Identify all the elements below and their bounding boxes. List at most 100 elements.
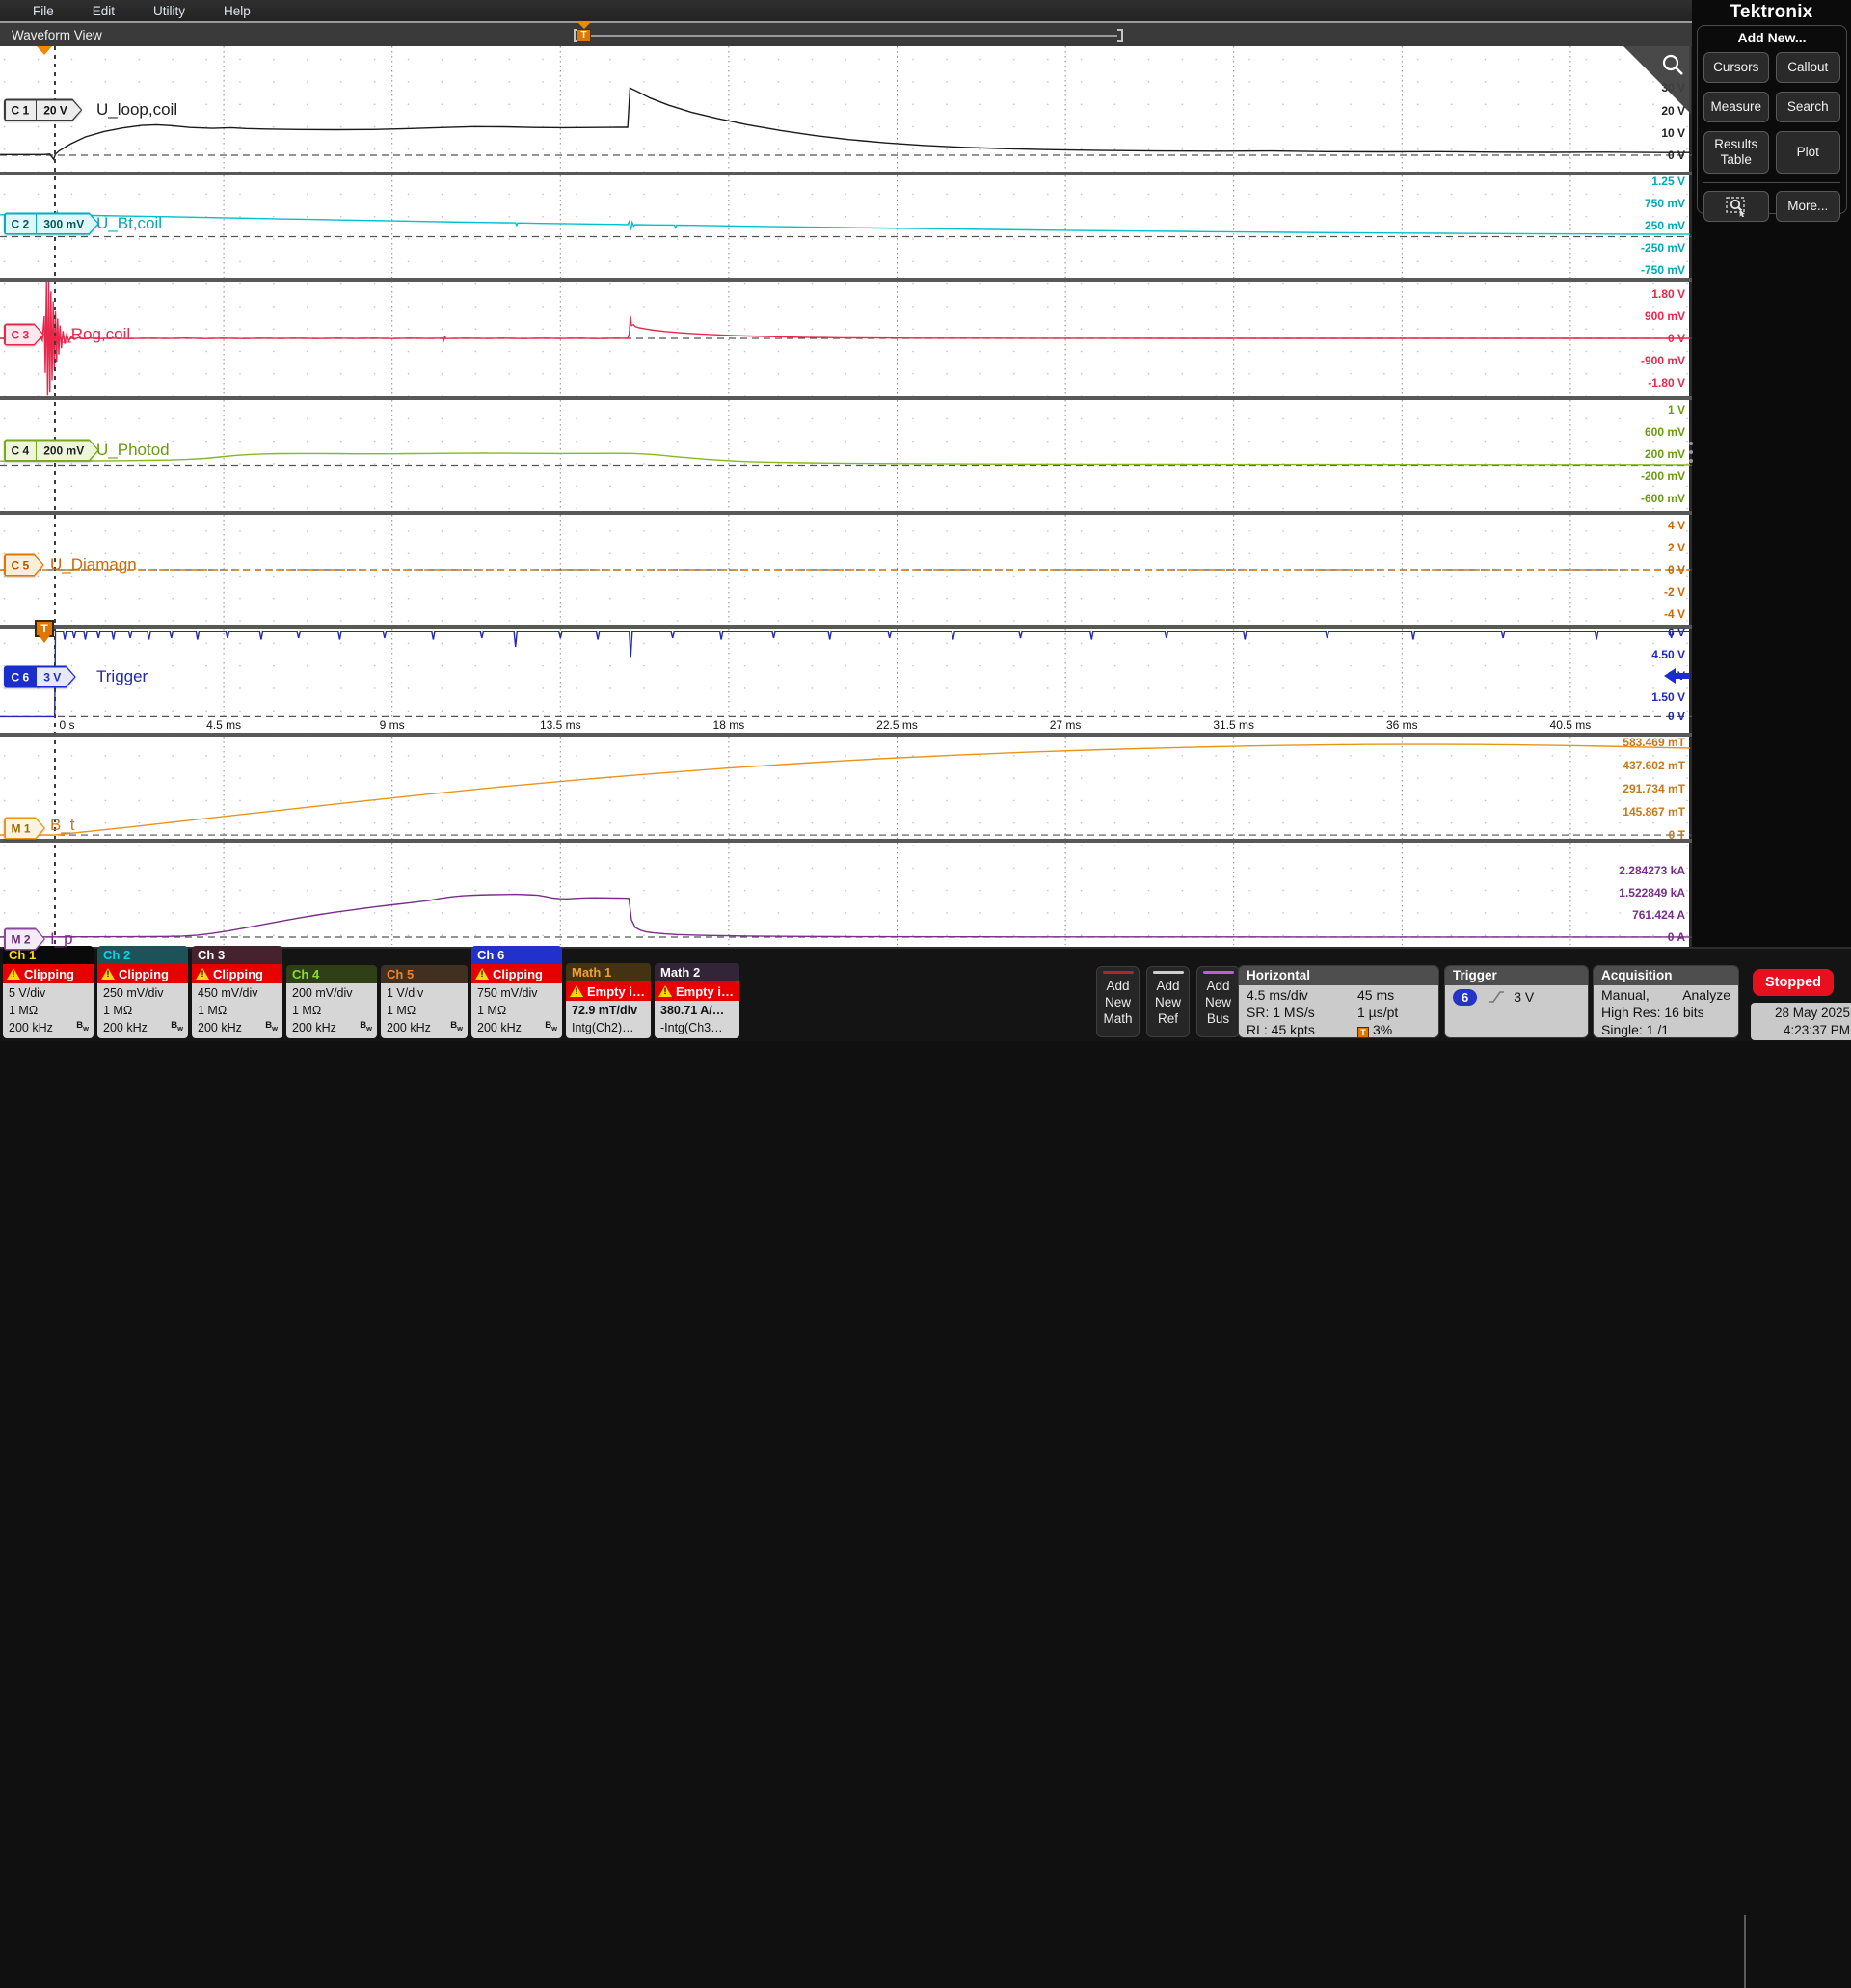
channel-label-ch4: U_Photod xyxy=(96,441,170,460)
menu-item-edit[interactable]: Edit xyxy=(73,4,134,18)
panel-divider-handle[interactable] xyxy=(1689,442,1694,463)
channel-badge-ch2[interactable]: C 2300 mV xyxy=(4,213,99,235)
add-new-ref-button[interactable]: AddNewRef xyxy=(1146,966,1190,1037)
channel-badge-name: M 1 xyxy=(6,819,44,838)
run-stop-status-button[interactable]: Stopped xyxy=(1753,969,1834,996)
clipping-alert: Empty i… xyxy=(566,981,651,1001)
acquisition-panel[interactable]: Acquisition Manual,Analyze High Res: 16 … xyxy=(1594,966,1738,1037)
accent-line xyxy=(1153,971,1184,974)
axis-label-ch6: 1.50 V xyxy=(1651,690,1685,704)
bottom-badge-ch2[interactable]: Ch 2Clipping250 mV/div1 MΩ200 kHzBw xyxy=(97,946,188,1038)
zoom-corner-magnifier-icon[interactable] xyxy=(1660,52,1687,84)
channel-badges-row: Ch 1Clipping5 V/div1 MΩ200 kHzBwCh 2Clip… xyxy=(3,946,739,1038)
datetime-display[interactable]: 28 May 2025 4:23:37 PM xyxy=(1751,1003,1851,1040)
clipping-alert: Clipping xyxy=(471,964,562,983)
axis-label-m2: 0 A xyxy=(1668,930,1685,944)
waveform-plot-area[interactable]: 30 V20 V10 V0 VC 120 VU_loop,coil1.25 V7… xyxy=(0,46,1692,947)
search-button[interactable]: Search xyxy=(1776,92,1841,122)
horizontal-overview-bar[interactable]: T xyxy=(574,29,1123,42)
more-button[interactable]: More... xyxy=(1776,191,1841,222)
axis-label-ch2: 750 mV xyxy=(1645,197,1685,210)
bandwidth-icon: Bw xyxy=(171,1017,183,1037)
add-new-title: Add New... xyxy=(1702,30,1842,45)
bottom-badge-ch4[interactable]: Ch 4200 mV/div1 MΩ200 kHzBw xyxy=(286,965,377,1038)
add-button-line: Add xyxy=(1106,979,1129,995)
plot-button[interactable]: Plot xyxy=(1776,131,1841,174)
alert-text: Empty i… xyxy=(587,984,645,999)
bottom-badge-row: 5 V/div xyxy=(9,984,88,1002)
add-button-line: New xyxy=(1155,995,1181,1011)
horizontal-panel[interactable]: Horizontal 4.5 ms/div45 ms SR: 1 MS/s1 µ… xyxy=(1239,966,1438,1037)
bandwidth-icon: Bw xyxy=(360,1017,372,1037)
sample-rate: SR: 1 MS/s xyxy=(1247,1004,1357,1021)
bottom-badge-math1[interactable]: Math 1Empty i…72.9 mT/divIntg(Ch2)… xyxy=(566,963,651,1038)
axis-label-ch4: -200 mV xyxy=(1641,470,1685,483)
acquisition-panel-title: Acquisition xyxy=(1594,966,1738,985)
time-axis-label: 36 ms xyxy=(1363,718,1440,732)
channel-badge-m1[interactable]: M 1 xyxy=(4,818,45,840)
trigger-source-marker-icon[interactable]: T xyxy=(35,620,54,637)
slice-separator xyxy=(0,839,1692,843)
channel-label-ch5: U_Diamagn xyxy=(50,555,137,575)
add-new-bus-button[interactable]: AddNewBus xyxy=(1196,966,1240,1037)
axis-label-ch5: 2 V xyxy=(1668,541,1685,554)
slice-grid-ch5 xyxy=(0,515,1692,625)
bottom-badge-title: Ch 4 xyxy=(286,965,377,983)
channel-badge-name: C 2 xyxy=(6,214,37,233)
bottom-badge-ch6[interactable]: Ch 6Clipping750 mV/div1 MΩ200 kHzBw xyxy=(471,946,562,1038)
bottom-badge-title: Math 2 xyxy=(655,963,739,981)
measure-button[interactable]: Measure xyxy=(1703,92,1769,122)
channel-badge-name: C 4 xyxy=(6,441,37,460)
menu-item-file[interactable]: File xyxy=(13,4,73,18)
channel-badge-ch6[interactable]: C 63 V xyxy=(4,666,76,688)
slice-ch6: 6 V4.50 V3 V1.50 V0 VC 63 VTrigger xyxy=(0,629,1692,717)
add-new-buttons: AddNewMathAddNewRefAddNewBus xyxy=(1096,966,1240,1037)
trigger-position-flag-icon[interactable]: T xyxy=(577,29,591,42)
clipping-alert: Empty i… xyxy=(655,981,739,1001)
time-axis-label: 27 ms xyxy=(1027,718,1104,732)
tektronix-logo: Tektronix xyxy=(1692,2,1851,23)
axis-label-m1: 437.602 mT xyxy=(1623,759,1685,772)
trigger-time-line xyxy=(54,46,56,947)
bottom-badge-body: 200 mV/div1 MΩ200 kHzBw xyxy=(286,983,377,1038)
bottom-badge-ch1[interactable]: Ch 1Clipping5 V/div1 MΩ200 kHzBw xyxy=(3,946,94,1038)
trigger-panel[interactable]: Trigger 6 3 V xyxy=(1445,966,1588,1037)
axis-label-ch3: 0 V xyxy=(1668,332,1685,345)
callout-button[interactable]: Callout xyxy=(1776,52,1841,83)
axis-label-ch5: -2 V xyxy=(1664,585,1685,599)
channel-badge-ch5[interactable]: C 5 xyxy=(4,554,44,577)
time-axis-label: 22.5 ms xyxy=(859,718,936,732)
slice-separator xyxy=(0,396,1692,400)
bottom-badge-row: 72.9 mT/div xyxy=(572,1002,645,1019)
channel-badge-m2[interactable]: M 2 xyxy=(4,928,45,951)
bottom-badge-math2[interactable]: Math 2Empty i…380.71 A/…-Intg(Ch3… xyxy=(655,963,739,1038)
slice-separator xyxy=(0,733,1692,737)
slice-grid-ch2 xyxy=(0,175,1692,278)
bottom-badge-ch3[interactable]: Ch 3Clipping450 mV/div1 MΩ200 kHzBw xyxy=(192,946,282,1038)
trigger-position-mini-icon: T xyxy=(1357,1027,1369,1037)
channel-badge-ch3[interactable]: C 3 xyxy=(4,324,44,346)
axis-label-ch2: 1.25 V xyxy=(1651,175,1685,188)
axis-label-ch1: 10 V xyxy=(1661,126,1685,140)
menu-item-utility[interactable]: Utility xyxy=(134,4,204,18)
right-panel: Tektronix Add New... Cursors Callout Mea… xyxy=(1692,0,1851,949)
cursors-button[interactable]: Cursors xyxy=(1703,52,1769,83)
bottom-badge-body: 1 V/div1 MΩ200 kHzBw xyxy=(381,983,468,1038)
bottom-badge-ch5[interactable]: Ch 51 V/div1 MΩ200 kHzBw xyxy=(381,965,468,1038)
menu-item-help[interactable]: Help xyxy=(204,4,270,18)
channel-badge-ch1[interactable]: C 120 V xyxy=(4,99,82,121)
axis-label-m1: 291.734 mT xyxy=(1623,782,1685,795)
channel-badge-ch4[interactable]: C 4200 mV xyxy=(4,440,99,462)
zoom-select-button[interactable] xyxy=(1703,191,1769,222)
clipping-alert: Clipping xyxy=(97,964,188,983)
channel-label-ch2: U_Bt,coil xyxy=(96,214,162,233)
channel-badge-scale: 3 V xyxy=(36,667,74,686)
add-button-line: Bus xyxy=(1207,1011,1229,1028)
horizontal-window: 45 ms xyxy=(1357,986,1394,1004)
axis-label-ch6: 0 V xyxy=(1668,710,1685,723)
axis-label-ch4: 1 V xyxy=(1668,403,1685,416)
add-new-math-button[interactable]: AddNewMath xyxy=(1096,966,1140,1037)
results-table-button[interactable]: Results Table xyxy=(1703,131,1769,174)
trigger-level-arrow-icon[interactable] xyxy=(1664,668,1690,688)
trigger-level: 3 V xyxy=(1514,988,1534,1006)
